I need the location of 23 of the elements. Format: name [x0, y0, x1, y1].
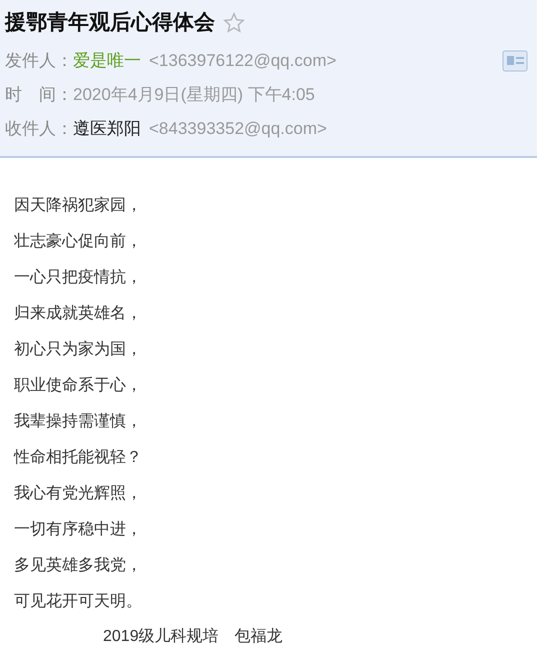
mail-subject: 援鄂青年观后心得体会	[5, 10, 215, 36]
recipient-name[interactable]: 遵医郑阳	[73, 116, 141, 142]
poem-line: 我心有党光辉照，	[14, 484, 142, 504]
poem-line: 一切有序稳中进，	[14, 520, 142, 540]
poem-line: 可见花开可天明。	[14, 592, 142, 612]
poem-line: 性命相托能视轻？	[14, 448, 142, 468]
contact-card-icon[interactable]	[502, 50, 528, 72]
poem-line: 我辈操持需谨慎，	[14, 412, 142, 432]
sent-time: 2020年4月9日(星期四) 下午4:05	[73, 84, 315, 106]
signature: 2019级儿科规培 包福龙	[102, 626, 283, 647]
email-address: <1363976122@qq.com>	[149, 50, 336, 72]
field-label: 收件人：	[5, 118, 73, 140]
field-label: 发件人：	[5, 50, 73, 72]
email-address: <843393352@qq.com>	[149, 118, 327, 140]
field-label: 时 间：	[5, 84, 73, 106]
poem-line: 因天降祸犯家园，	[14, 196, 142, 216]
poem-line: 初心只为家为国，	[14, 340, 142, 360]
poem-line: 壮志豪心促向前，	[14, 232, 142, 252]
poem-line: 职业使命系于心，	[14, 376, 142, 396]
star-icon[interactable]	[223, 12, 245, 34]
poem-line: 归来成就英雄名，	[14, 304, 142, 324]
poem-line: 多见英雄多我党，	[14, 556, 142, 576]
poem-line: 一心只把疫情抗，	[14, 268, 142, 288]
